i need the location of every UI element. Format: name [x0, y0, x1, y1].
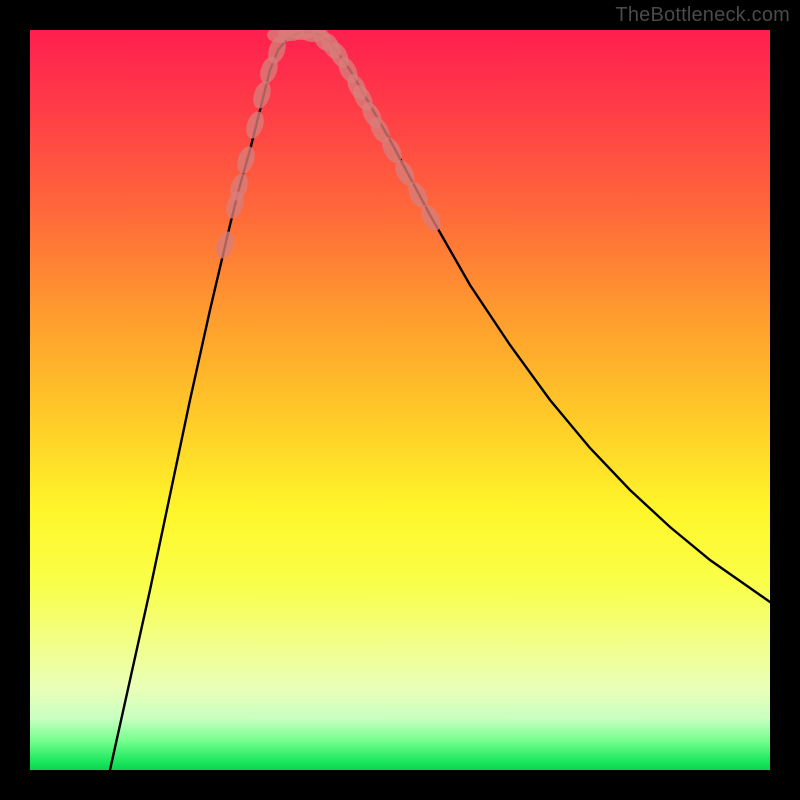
- watermark-text: TheBottleneck.com: [615, 4, 790, 27]
- chart-frame: TheBottleneck.com: [0, 0, 800, 800]
- curve-marker: [234, 144, 258, 176]
- curve-markers: [213, 30, 445, 261]
- plot-area: [30, 30, 770, 770]
- bottleneck-curve: [110, 32, 770, 770]
- chart-svg: [30, 30, 770, 770]
- curve-marker: [243, 109, 267, 141]
- curve-marker: [250, 79, 274, 111]
- curve-marker: [213, 229, 237, 261]
